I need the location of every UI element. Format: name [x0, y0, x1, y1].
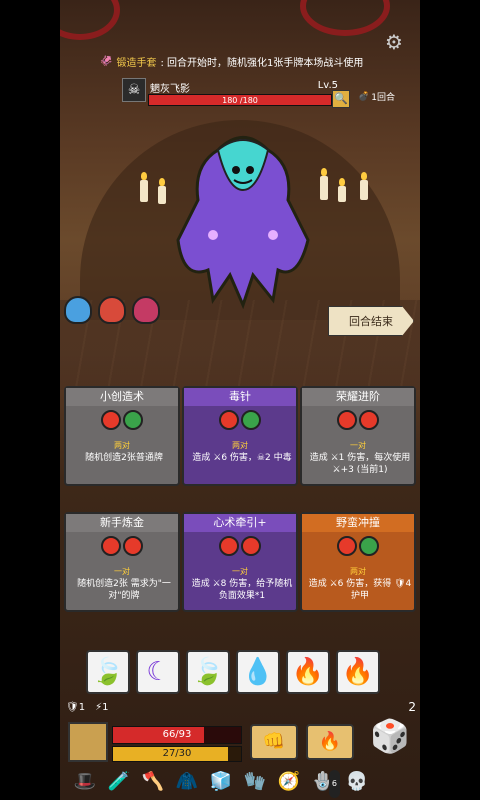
player-avatar[interactable] — [68, 722, 108, 762]
card-orbs — [86, 410, 158, 438]
card-1[interactable]: 小创造术 两对 随机创造2张普通牌 — [64, 386, 180, 486]
leaf-die[interactable]: 🍃 — [86, 650, 130, 694]
card-title: 心术牵引+ — [184, 514, 296, 532]
round-label: 1回合 — [371, 93, 395, 103]
enemy-name: 魍灰飞影 — [150, 84, 190, 95]
game-stage: 🦑 锻造手套 : 回合开始时，随机强化1张手牌本场战斗使用 ⚙ ☠ 魍灰飞影 L… — [60, 0, 420, 800]
fire-skill-button[interactable]: 🔥 — [306, 724, 354, 760]
player-energy-text: 27/30 — [162, 748, 192, 759]
moon-die[interactable]: ☾ — [136, 650, 180, 694]
card-title: 小创造术 — [66, 388, 178, 406]
candle — [338, 178, 346, 202]
card-6[interactable]: 野蛮冲撞 两对 造成 ⚔6 伤害，获得 🛡4 护甲 — [300, 512, 416, 612]
card-orbs — [204, 536, 276, 564]
dice-hand: 🍃 ☾ 🍃 💧 🔥 🔥 — [86, 650, 380, 694]
relic-bar: 🎩 🧪 🪓 🧥 🧊 🧤 🧭 🪬 6 💀 — [70, 768, 372, 798]
axe-icon[interactable]: 🪓 — [138, 768, 168, 796]
card-description: 造成 ⚔6 伤害，☠2 中毒 — [192, 453, 292, 463]
tentacle-decoration — [60, 0, 120, 40]
fist-skill-button[interactable]: 👊 — [250, 724, 298, 760]
card-description: 随机创造2张普通牌 — [85, 453, 163, 463]
potion-icon[interactable]: 🧪 — [104, 768, 134, 796]
tentacle-decoration — [300, 0, 390, 36]
enemy-type-icon: ☠ — [122, 78, 146, 102]
player-energy-bar: 27/30 — [112, 746, 242, 762]
potion-blue[interactable] — [64, 296, 92, 324]
player-hp-text: 66/93 — [162, 729, 192, 740]
potion-shelf — [64, 296, 160, 324]
card-description: 造成 ⚔1 伤害，每次使用 ⚔+3 (当前1) — [309, 453, 411, 475]
card-requirement: 一对 — [350, 441, 366, 450]
player-buffs: 🛡1 ⚡1 — [66, 702, 108, 713]
card-2[interactable]: 毒针 两对 造成 ⚔6 伤害，☠2 中毒 — [182, 386, 298, 486]
dice-roll-button[interactable]: 🎲 — [368, 712, 412, 762]
banner-keyword: 锻造手套 — [116, 57, 157, 69]
candle — [360, 172, 368, 200]
card-description: 造成 ⚔6 伤害，获得 🛡4 护甲 — [308, 579, 412, 601]
card-5[interactable]: 心术牵引+ 一对 造成 ⚔8 伤害，给予随机负面效果*1 — [182, 512, 298, 612]
enemy-hp-text: 180 /180 — [222, 96, 258, 105]
card-orbs — [322, 536, 394, 564]
end-turn-button[interactable]: 回合结束 — [328, 306, 414, 336]
energy-buff: ⚡1 — [95, 702, 109, 713]
card-3[interactable]: 荣耀进阶 一对 造成 ⚔1 伤害，每次使用 ⚔+3 (当前1) — [300, 386, 416, 486]
armor-icon[interactable]: 🧥 — [172, 768, 202, 796]
relic-badge: 6 — [328, 770, 340, 798]
enemy-hp-bar: 180 /180 — [148, 94, 332, 106]
compass-icon[interactable]: 🧭 — [274, 768, 304, 796]
card-requirement: 两对 — [232, 441, 248, 450]
potion-pink[interactable] — [132, 296, 160, 324]
card-orbs — [322, 410, 394, 438]
card-orbs — [86, 536, 158, 564]
magnify-icon[interactable]: 🔍 — [332, 90, 350, 108]
card-requirement: 两对 — [350, 567, 366, 576]
card-title: 毒针 — [184, 388, 296, 406]
banner-text: : 回合开始时，随机强化1张手牌本场战斗使用 — [160, 57, 364, 69]
candle — [140, 172, 148, 202]
card-orbs — [204, 410, 276, 438]
glove-icon[interactable]: 🧤 — [240, 768, 270, 796]
round-counter: 💣 1回合 — [358, 90, 395, 104]
water-die[interactable]: 💧 — [236, 650, 280, 694]
relic-banner: 🦑 锻造手套 : 回合开始时，随机强化1张手牌本场战斗使用 — [100, 50, 363, 72]
card-description: 造成 ⚔8 伤害，给予随机负面效果*1 — [191, 579, 293, 601]
player-hp-bar: 66/93 — [112, 726, 242, 744]
ghost-monster[interactable] — [158, 130, 328, 310]
fire-die[interactable]: 🔥 — [336, 650, 380, 694]
fire-die[interactable]: 🔥 — [286, 650, 330, 694]
skull-icon[interactable]: 💀 — [342, 768, 372, 796]
card-title: 野蛮冲撞 — [302, 514, 414, 532]
card-requirement: 两对 — [114, 441, 130, 450]
crystal-icon[interactable]: 🧊 — [206, 768, 236, 796]
gauntlet-icon: 🦑 — [100, 55, 113, 67]
card-title: 新手炼金 — [66, 514, 178, 532]
shield-buff: 🛡1 — [66, 702, 86, 713]
hat-icon[interactable]: 🎩 — [70, 768, 100, 796]
card-requirement: 一对 — [232, 567, 248, 576]
charm-icon[interactable]: 🪬 6 — [308, 768, 340, 798]
card-title: 荣耀进阶 — [302, 388, 414, 406]
card-4[interactable]: 新手炼金 一对 随机创造2张 需求为"一对"的牌 — [64, 512, 180, 612]
card-description: 随机创造2张 需求为"一对"的牌 — [77, 579, 171, 601]
leaf-die[interactable]: 🍃 — [186, 650, 230, 694]
gear-icon[interactable]: ⚙ — [382, 30, 406, 54]
bomb-icon: 💣 — [358, 91, 370, 102]
card-requirement: 一对 — [114, 567, 130, 576]
potion-red[interactable] — [98, 296, 126, 324]
